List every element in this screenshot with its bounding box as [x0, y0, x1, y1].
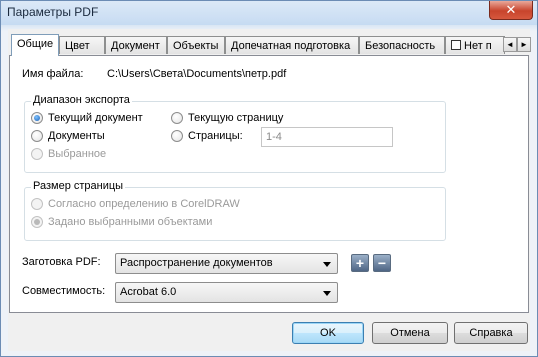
dialog-body: Общие Цвет Документ Объекты Допечатная п… — [8, 29, 531, 351]
radio-current-page-label: Текущую страницу — [188, 112, 284, 124]
radio-icon — [31, 216, 43, 228]
radio-icon — [31, 148, 43, 160]
compatibility-label: Совместимость: — [22, 285, 106, 297]
tab-no-issues[interactable]: Нет п — [445, 36, 505, 54]
pdf-preset-select[interactable]: Распространение документов — [115, 253, 338, 274]
radio-by-selected-objects: Задано выбранными объектами — [31, 216, 212, 228]
pdf-settings-dialog: Параметры PDF ✕ Общие Цвет Документ Объе… — [0, 0, 538, 357]
tab-objects[interactable]: Объекты — [167, 36, 225, 54]
radio-icon — [171, 112, 183, 124]
radio-icon — [31, 130, 43, 142]
radio-icon — [31, 198, 43, 210]
radio-documents-label: Документы — [48, 130, 105, 142]
radio-documents[interactable]: Документы — [31, 130, 105, 142]
radio-by-selected-objects-label: Задано выбранными объектами — [48, 216, 213, 228]
ok-button[interactable]: OK — [292, 322, 364, 344]
remove-preset-button[interactable]: − — [373, 254, 391, 272]
pages-range-input[interactable]: 1-4 — [261, 127, 393, 147]
radio-pages[interactable]: Страницы: — [171, 130, 243, 142]
close-icon: ✕ — [505, 2, 517, 17]
radio-selection: Выбранное — [31, 148, 106, 160]
radio-pages-label: Страницы: — [188, 130, 243, 142]
tab-no-issues-label: Нет п — [464, 40, 492, 52]
page-size-title: Размер страницы — [31, 180, 126, 192]
export-range-group: Диапазон экспорта Текущий документ Докум… — [24, 94, 446, 173]
radio-as-in-coreldraw: Согласно определению в CorelDRAW — [31, 198, 240, 210]
tab-document[interactable]: Документ — [105, 36, 167, 54]
add-preset-button[interactable]: + — [351, 254, 369, 272]
radio-current-document[interactable]: Текущий документ — [31, 112, 143, 124]
radio-current-document-label: Текущий документ — [48, 112, 143, 124]
general-tab-panel: Имя файла: C:\Users\Света\Documents\петр… — [9, 55, 529, 313]
chevron-down-icon — [323, 291, 331, 296]
tab-scroll-left-button[interactable]: ◄ — [503, 37, 517, 52]
tab-color[interactable]: Цвет — [59, 36, 105, 54]
compatibility-select[interactable]: Acrobat 6.0 — [115, 282, 338, 303]
title-bar: Параметры PDF ✕ — [1, 1, 537, 25]
radio-icon — [31, 112, 43, 124]
page-size-group: Размер страницы Согласно определению в C… — [24, 180, 446, 241]
tab-strip: Общие Цвет Документ Объекты Допечатная п… — [9, 34, 531, 56]
file-name-label: Имя файла: — [22, 68, 84, 80]
pdf-preset-value: Распространение документов — [120, 257, 273, 269]
issues-checkbox-icon — [451, 40, 461, 50]
window-title: Параметры PDF — [7, 5, 99, 19]
radio-selection-label: Выбранное — [48, 148, 107, 160]
chevron-down-icon — [323, 262, 331, 267]
file-name-value: C:\Users\Света\Documents\петр.pdf — [107, 68, 287, 80]
radio-as-in-coreldraw-label: Согласно определению в CorelDRAW — [48, 198, 240, 210]
tab-general[interactable]: Общие — [11, 34, 59, 56]
help-button[interactable]: Справка — [454, 322, 528, 344]
radio-icon — [171, 130, 183, 142]
radio-current-page[interactable]: Текущую страницу — [171, 112, 283, 124]
export-range-title: Диапазон экспорта — [31, 94, 132, 106]
tab-prepress[interactable]: Допечатная подготовка — [225, 36, 359, 54]
compatibility-value: Acrobat 6.0 — [120, 286, 177, 298]
cancel-button[interactable]: Отмена — [372, 322, 448, 344]
tab-security[interactable]: Безопасность — [359, 36, 445, 54]
tab-scroll-right-button[interactable]: ► — [517, 37, 531, 52]
pdf-preset-label: Заготовка PDF: — [22, 256, 101, 268]
close-button[interactable]: ✕ — [489, 1, 533, 20]
